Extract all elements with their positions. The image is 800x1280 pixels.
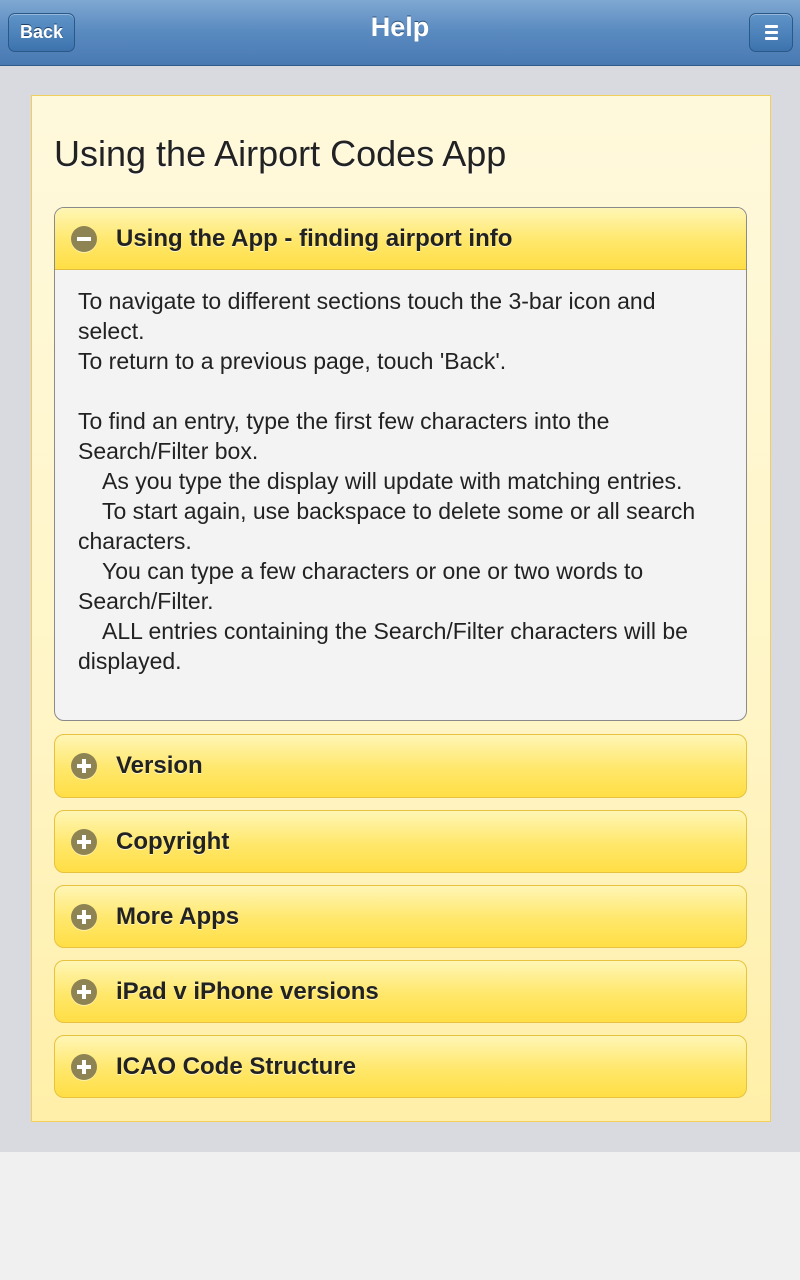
accordion-label: ICAO Code Structure [116,1052,357,1080]
minus-circle-icon [71,225,97,252]
accordion-header-ipad-iphone[interactable]: iPad v iPhone versions [54,960,747,1023]
menu-icon [764,25,778,40]
accordion-label: Copyright [116,827,230,855]
accordion-label: iPad v iPhone versions [116,977,379,1005]
plus-circle-icon [71,828,97,855]
accordion-section-using-app: Using the App - finding airport info To … [54,207,747,721]
plus-circle-icon [71,753,97,779]
accordion-label: Version [116,752,203,779]
accordion-header-version[interactable]: Version [54,734,747,798]
help-paragraph: As you type the display will update with… [102,468,683,494]
accordion-header-using-app[interactable]: Using the App - finding airport info [55,208,746,270]
menu-button[interactable] [749,13,793,52]
plus-circle-icon [71,903,97,930]
accordion-header-more-apps[interactable]: More Apps [54,885,747,948]
accordion-label: More Apps [116,902,240,930]
help-paragraph: To navigate to different sections touch … [78,288,656,344]
accordion-label: Using the App - finding airport info [116,224,513,252]
accordion-header-icao-structure[interactable]: ICAO Code Structure [54,1035,747,1098]
accordion-header-copyright[interactable]: Copyright [54,810,747,873]
plus-circle-icon [71,978,97,1005]
page-title: Using the Airport Codes App [54,133,507,174]
help-paragraph: You can type a few characters or one or … [78,558,644,614]
help-paragraph: ALL entries containing the Search/Filter… [78,618,688,674]
help-paragraph: To start again, use backspace to delete … [78,498,696,554]
help-paragraph: To find an entry, type the first few cha… [78,408,610,464]
plus-circle-icon [71,1053,97,1080]
header-bar: Back Help [0,0,800,66]
accordion-body: To navigate to different sections touch … [55,270,746,676]
help-paragraph: To return to a previous page, touch 'Bac… [78,348,507,374]
page-header-title: Help [370,12,430,42]
